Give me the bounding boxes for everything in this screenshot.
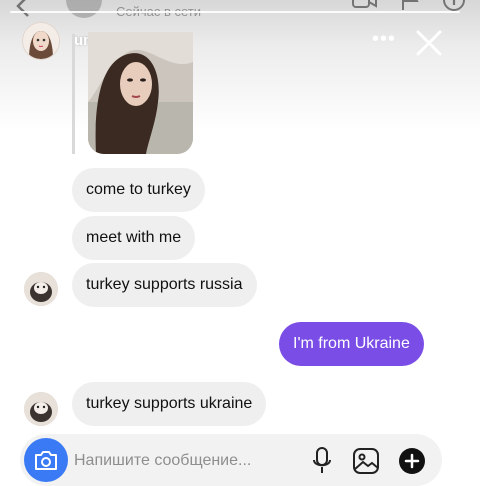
chat-avatar[interactable] [66, 0, 102, 18]
story-progress-bar [10, 11, 460, 13]
story-avatar[interactable] [22, 22, 60, 60]
message-input[interactable] [72, 442, 296, 480]
message-composer [20, 434, 442, 486]
message-bubble: meet with me [72, 216, 196, 260]
message-bubble: turkey supports russia [72, 263, 257, 307]
reply-indicator-line [72, 34, 75, 154]
message-bubble: come to turkey [72, 168, 205, 212]
sender-avatar[interactable] [24, 272, 58, 306]
plus-icon[interactable] [398, 447, 426, 480]
message-bubble: turkey supports ukraine [72, 382, 267, 426]
sender-avatar[interactable] [24, 392, 58, 426]
video-call-icon[interactable] [352, 0, 378, 16]
camera-button[interactable] [24, 438, 68, 482]
more-options-icon[interactable]: ••• [372, 29, 396, 49]
info-icon[interactable] [442, 0, 466, 17]
chat-header-actions [352, 0, 466, 17]
flag-icon[interactable] [400, 0, 420, 17]
microphone-icon[interactable] [312, 447, 332, 480]
story-preview-image[interactable] [88, 32, 193, 154]
my-message-bubble: I'm from Ukraine [279, 322, 424, 366]
gallery-icon[interactable] [352, 447, 380, 480]
close-icon[interactable] [414, 28, 444, 58]
camera-icon [34, 449, 58, 476]
